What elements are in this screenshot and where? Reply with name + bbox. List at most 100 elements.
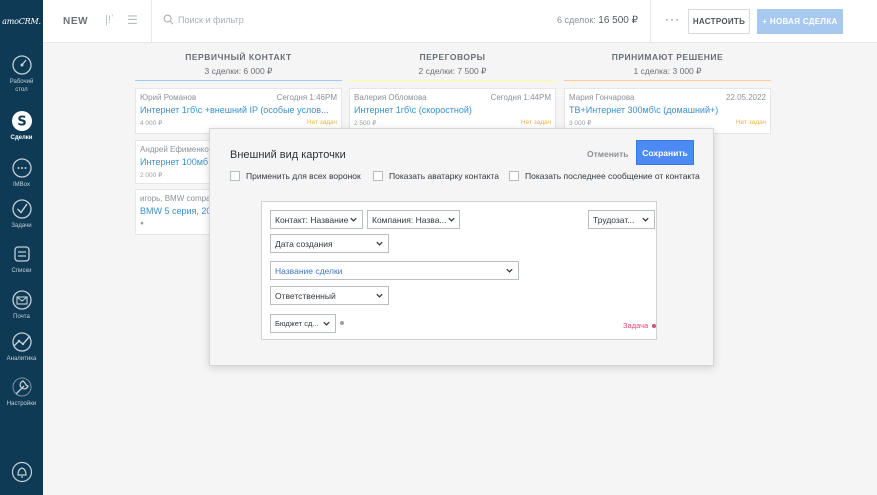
task-status: Нет задач xyxy=(306,119,337,126)
save-button[interactable]: Сохранить xyxy=(636,140,694,165)
app-logo[interactable]: amoCRM. xyxy=(0,0,43,43)
show-last-message-checkbox[interactable]: Показать последнее сообщение от контакта xyxy=(509,171,700,181)
deals-icon: S xyxy=(11,110,33,132)
contact-field-select[interactable]: Контакт: Название xyxy=(270,210,363,229)
divider xyxy=(650,0,651,43)
company-field-select[interactable]: Компания: Назва... xyxy=(367,210,460,229)
settings-icon xyxy=(11,376,33,398)
more-button[interactable]: ··· xyxy=(665,12,680,26)
chat-icon xyxy=(11,157,33,179)
deal-price: 2 500 ₽ xyxy=(354,120,377,127)
card-date: 22.05.2022 xyxy=(725,93,766,102)
card-appearance-modal: Внешний вид карточки Отменить Сохранить … xyxy=(209,128,714,366)
deal-title[interactable]: Интернет 1гб\с +внешний IP (особые услов… xyxy=(140,105,337,115)
chevron-down-icon xyxy=(350,217,357,222)
column-subtitle: 1 сделка: 3 000 ₽ xyxy=(633,66,702,76)
sidebar-item-label: Сделки xyxy=(10,135,33,141)
search-icon xyxy=(163,14,174,25)
dashboard-icon xyxy=(11,54,33,76)
chevron-down-icon xyxy=(376,241,383,246)
deal-name-field-select[interactable]: Название сделки xyxy=(270,261,519,280)
task-label: Задача xyxy=(623,321,649,330)
deals-summary: 6 сделок: 16 500 ₽ xyxy=(557,15,638,26)
sidebar-item-settings[interactable]: Настройки xyxy=(0,376,43,408)
select-value: Компания: Назва... xyxy=(372,214,447,225)
sidebar-item-label: Аналитика xyxy=(6,356,37,362)
list-view-icon[interactable]: ☰ xyxy=(127,13,138,27)
task-dot xyxy=(652,323,657,328)
deal-price: 2 000 ₽ xyxy=(140,172,163,179)
divider xyxy=(151,0,152,43)
task-status: Нет задач xyxy=(735,119,766,126)
show-avatar-checkbox[interactable]: Показать аватарку контакта xyxy=(373,171,499,181)
sidebar-item-tasks[interactable]: Задачи xyxy=(0,198,43,230)
column-color-line xyxy=(564,80,771,81)
check-circle-icon xyxy=(11,198,33,220)
chevron-down-icon xyxy=(506,268,513,273)
sidebar-item-label-2: стол xyxy=(15,87,28,93)
sidebar-item-label: Задачи xyxy=(11,223,32,229)
select-value: Название сделки xyxy=(275,265,343,276)
chevron-down-icon xyxy=(323,321,330,326)
search-input[interactable]: Поиск и фильтр xyxy=(163,14,244,25)
select-value: Дата создания xyxy=(275,238,333,249)
task-indicator: Задача xyxy=(623,321,657,330)
pipeline-title[interactable]: NEW xyxy=(63,16,88,27)
cancel-button[interactable]: Отменить xyxy=(587,149,629,159)
responsible-field-select[interactable]: Ответственный xyxy=(270,286,389,305)
checkbox-box[interactable] xyxy=(509,171,519,181)
chevron-down-icon xyxy=(642,217,649,222)
pipeline-view-icon[interactable]: |!ˈ xyxy=(105,14,115,26)
apply-all-pipelines-checkbox[interactable]: Применить для всех воронок xyxy=(230,171,361,181)
column-color-line xyxy=(349,80,556,81)
sidebar-item-deals[interactable]: S Сделки xyxy=(0,105,43,147)
select-value: Трудозат... xyxy=(593,214,635,225)
checkbox-label: Показать аватарку контакта xyxy=(389,171,499,181)
list-icon xyxy=(11,243,33,265)
sidebar-item-dashboard[interactable]: Рабочий стол xyxy=(0,54,43,94)
sidebar-item-label: Рабочий xyxy=(9,79,34,85)
chevron-down-icon xyxy=(447,217,455,222)
contact-name: игорь, BMW compa xyxy=(140,194,211,203)
checkbox-box[interactable] xyxy=(230,171,240,181)
sidebar-item-label: Настройки xyxy=(6,401,37,407)
checkbox-box[interactable] xyxy=(373,171,383,181)
card-dot: ● xyxy=(140,220,144,227)
deal-price: 3 000 ₽ xyxy=(569,120,592,127)
modal-title: Внешний вид карточки xyxy=(230,149,346,161)
chevron-down-icon xyxy=(376,293,383,298)
column-subtitle: 2 сделки: 7 500 ₽ xyxy=(418,66,487,76)
sidebar-item-notifications[interactable] xyxy=(0,461,43,485)
setup-button[interactable]: НАСТРОИТЬ xyxy=(688,9,750,34)
checkbox-label: Показать последнее сообщение от контакта xyxy=(525,171,700,181)
mail-icon xyxy=(11,289,33,311)
card-date: Сегодня 1:46PM xyxy=(276,93,337,102)
new-deal-button[interactable]: + НОВАЯ СДЕЛКА xyxy=(757,9,843,34)
bell-icon xyxy=(11,461,33,483)
contact-name: Юрий Романов xyxy=(140,93,197,102)
contact-name: Андрей Ефименко xyxy=(140,145,209,154)
deal-title[interactable]: ТВ+Интернет 300мб\с (домашний+) xyxy=(569,105,766,115)
sidebar-item-lists[interactable]: Списки xyxy=(0,243,43,275)
sidebar-item-analytics[interactable]: Аналитика xyxy=(0,331,43,363)
contact-name: Валерия Обломова xyxy=(354,93,427,102)
summary-value: 16 500 ₽ xyxy=(598,15,639,26)
column-subtitle: 3 сделки: 6 000 ₽ xyxy=(204,66,273,76)
sidebar-item-imbox[interactable]: IMBox xyxy=(0,157,43,189)
search-placeholder: Поиск и фильтр xyxy=(178,14,244,25)
status-dot xyxy=(340,321,344,325)
column-header-negotiation: ПЕРЕГОВОРЫ 2 сделки: 7 500 ₽ xyxy=(349,52,556,77)
card-preview: Контакт: Название Компания: Назва... Тру… xyxy=(261,201,657,340)
sidebar: amoCRM. Рабочий стол S Сделки IMBox Зада… xyxy=(0,0,43,495)
column-header-decision: ПРИНИМАЮТ РЕШЕНИЕ 1 сделка: 3 000 ₽ xyxy=(564,52,771,77)
svg-text:S: S xyxy=(17,115,26,130)
sidebar-item-mail[interactable]: Почта xyxy=(0,289,43,321)
task-status: Нет задач xyxy=(520,119,551,126)
deal-title[interactable]: Интернет 1гб\с (скоростной) xyxy=(354,105,551,115)
column-title: ПЕРВИЧНЫЙ КОНТАКТ xyxy=(185,52,292,62)
labor-field-select[interactable]: Трудозат... xyxy=(588,210,655,229)
top-bar: NEW |!ˈ ☰ Поиск и фильтр 6 сделок: 16 50… xyxy=(43,0,877,43)
analytics-icon xyxy=(11,331,33,353)
budget-field-select[interactable]: Бюджет сд... xyxy=(270,314,336,333)
date-field-select[interactable]: Дата создания xyxy=(270,234,389,253)
